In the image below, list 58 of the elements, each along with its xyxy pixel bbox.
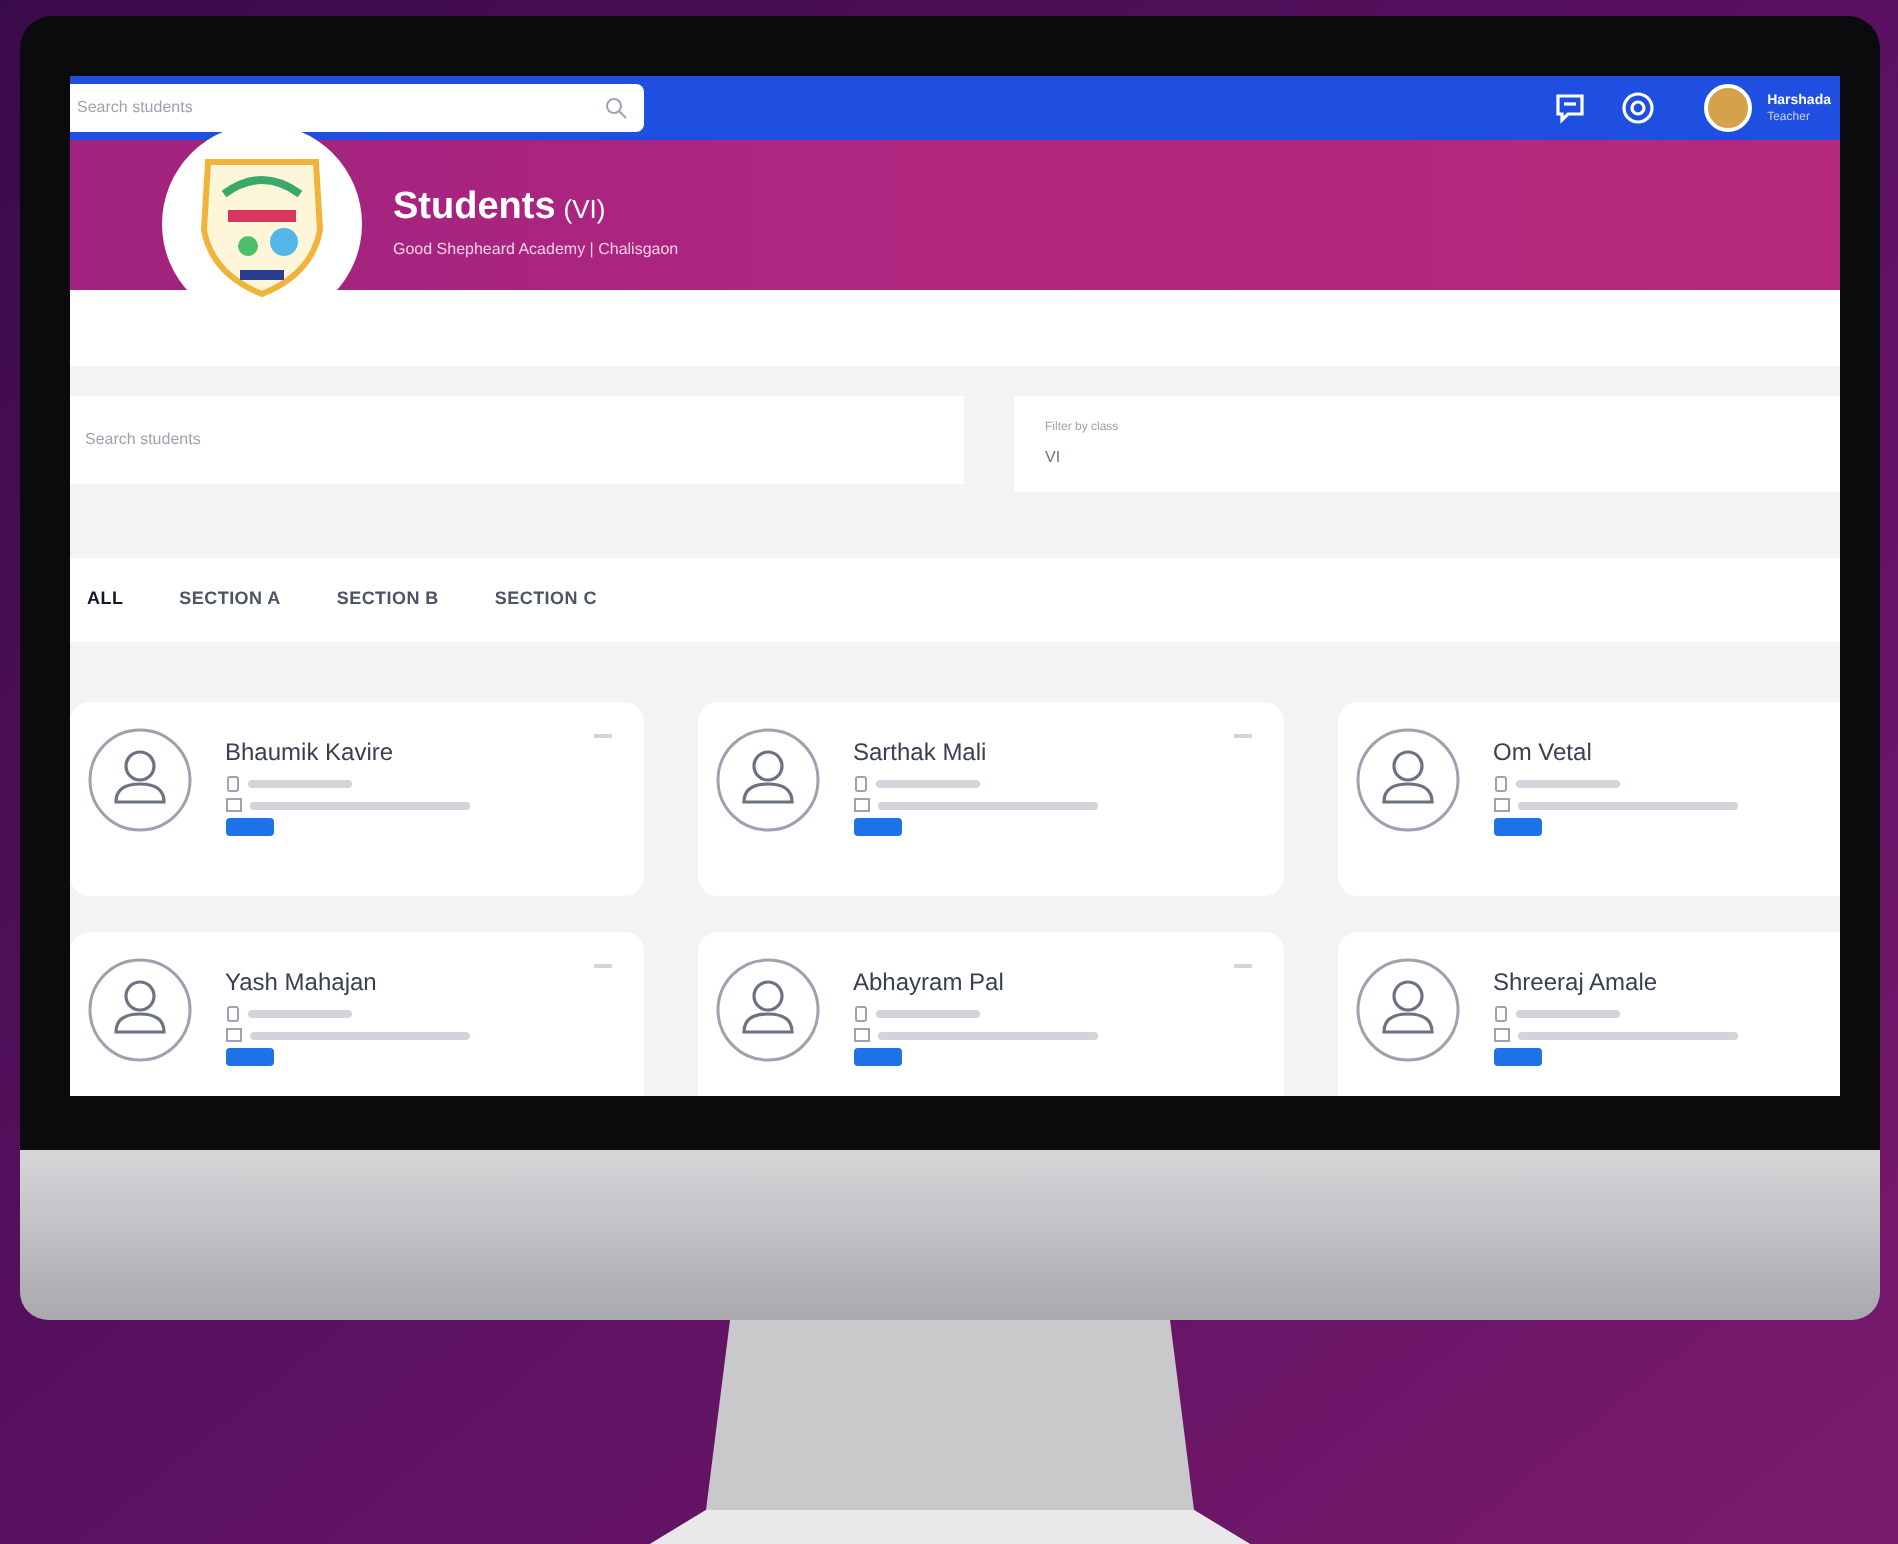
person-avatar-icon [1353,726,1461,834]
student-card[interactable]: Shreeraj Amale [1337,932,1839,1096]
section-badge [225,1048,273,1066]
person-avatar-icon [1353,956,1461,1064]
student-card[interactable]: Om Vetal [1337,702,1839,896]
blurred-phone-line [1515,1010,1619,1018]
student-name: Bhaumik Kavire [225,736,396,770]
student-card[interactable]: Yash Mahajan [69,932,643,1096]
section-tab[interactable]: SECTION C [494,586,597,614]
person-avatar-icon [85,956,193,1064]
search-input[interactable]: Search students [77,96,603,120]
mail-icon [225,1028,241,1042]
person-avatar-icon [713,726,821,834]
mail-icon [1493,798,1509,812]
phone-icon [853,1006,867,1022]
student-search-input[interactable]: Search students [85,428,947,452]
student-name: Yash Mahajan [225,966,379,1000]
blurred-phone-line [875,1010,979,1018]
student-card[interactable]: Sarthak Mali [697,702,1283,896]
section-badge [853,818,901,836]
search-icon[interactable] [603,96,627,120]
student-name: Abhayram Pal [853,966,1006,1000]
user-avatar[interactable] [1703,84,1752,132]
support-icon[interactable] [1619,90,1656,126]
mail-icon [853,1028,869,1042]
blurred-phone-line [247,1010,351,1018]
person-avatar-icon [85,726,193,834]
section-tab[interactable]: SECTION A [179,586,281,614]
student-search-field[interactable]: Search students [69,396,963,484]
blurred-phone-line [875,780,979,788]
phone-icon [853,776,867,792]
chat-icon[interactable] [1551,90,1588,126]
section-tab[interactable]: ALL [87,586,124,614]
section-tab[interactable]: SECTION B [336,586,439,614]
student-name: Sarthak Mali [853,736,989,770]
person-avatar-icon [713,956,821,1064]
mail-icon [225,798,241,812]
student-name: Shreeraj Amale [1493,966,1660,1000]
section-badge [225,818,273,836]
mail-icon [853,798,869,812]
blurred-phone-line [1515,780,1619,788]
student-card[interactable]: Bhaumik Kavire [69,702,643,896]
section-badge [853,1048,901,1066]
phone-icon [1493,1006,1507,1022]
section-badge [1493,1048,1541,1066]
school-subtitle: Good Shepheard Academy | Chalisgaon [393,237,679,261]
mail-icon [1493,1028,1509,1042]
student-card[interactable]: Abhayram Pal [697,932,1283,1096]
phone-icon [225,1006,239,1022]
blurred-phone-line [247,780,351,788]
page-title: Students [393,184,556,232]
section-badge [1493,818,1541,836]
student-name: Om Vetal [1493,736,1594,770]
phone-icon [225,776,239,792]
search-field[interactable]: Search students [69,84,643,132]
phone-icon [1493,776,1507,792]
class-filter-value: VI [1045,445,1063,469]
class-label: (VI) [563,192,606,228]
